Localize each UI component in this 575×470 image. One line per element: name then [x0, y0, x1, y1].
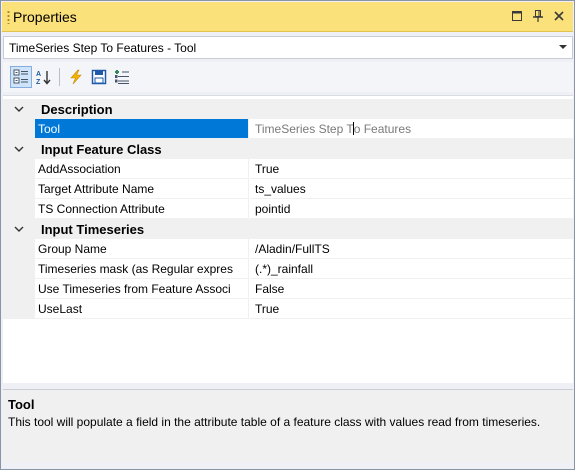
property-name: AddAssociation	[35, 159, 249, 179]
category-label: Description	[41, 102, 113, 117]
drag-grip-icon[interactable]	[7, 10, 10, 24]
property-name: Timeseries mask (as Regular expres	[35, 259, 249, 279]
help-title: Tool	[8, 397, 35, 412]
properties-window: Properties TimeSeries Step To Features -…	[0, 0, 575, 470]
save-button[interactable]	[88, 66, 110, 88]
property-row-addassociation[interactable]: AddAssociation True	[3, 159, 573, 179]
category-label: Input Timeseries	[41, 222, 145, 237]
category-input-feature-class[interactable]: Input Feature Class	[3, 139, 573, 159]
property-grid: Description Tool TimeSeries Step To Feat…	[3, 95, 573, 383]
property-value-input[interactable]: TimeSeries Step To Features	[250, 119, 573, 139]
chevron-down-icon[interactable]	[13, 143, 25, 155]
alphabetical-icon: A Z	[36, 71, 51, 85]
property-row-ts-connection-attribute[interactable]: TS Connection Attribute pointid	[3, 199, 573, 219]
property-row-timeseries-mask[interactable]: Timeseries mask (as Regular expres (.*)_…	[3, 259, 573, 279]
value-text-after-caret: o Features	[353, 122, 412, 136]
chevron-down-icon[interactable]	[13, 103, 25, 115]
category-label: Input Feature Class	[41, 142, 162, 157]
property-name: Tool	[35, 119, 249, 139]
property-value[interactable]: /Aladin/FullTS	[250, 239, 573, 259]
window-position-icon[interactable]	[511, 9, 523, 23]
categorized-button[interactable]	[10, 66, 32, 88]
value-text-before-caret: TimeSeries Step T	[255, 122, 354, 136]
property-value[interactable]: (.*)_rainfall	[250, 259, 573, 279]
category-input-timeseries[interactable]: Input Timeseries	[3, 219, 573, 239]
help-description: This tool will populate a field in the a…	[8, 415, 541, 429]
title-bar[interactable]: Properties	[2, 2, 573, 32]
close-icon[interactable]	[553, 9, 565, 23]
window-title: Properties	[13, 9, 77, 25]
properties-toolbar: A Z	[3, 62, 573, 92]
events-lightning-icon	[70, 69, 82, 85]
property-value[interactable]: False	[250, 279, 573, 299]
property-value[interactable]: True	[250, 299, 573, 319]
add-property-button[interactable]	[111, 66, 133, 88]
property-name: Target Attribute Name	[35, 179, 249, 199]
property-row-group-name[interactable]: Group Name /Aladin/FullTS	[3, 239, 573, 259]
property-name: UseLast	[35, 299, 249, 319]
help-pane: Tool This tool will populate a field in …	[3, 389, 573, 463]
alphabetical-button[interactable]: A Z	[33, 66, 55, 88]
chevron-down-icon[interactable]	[559, 45, 567, 49]
property-name: Use Timeseries from Feature Associ	[35, 279, 249, 299]
object-selector-dropdown[interactable]: TimeSeries Step To Features - Tool	[3, 36, 573, 59]
selected-object-label: TimeSeries Step To Features - Tool	[9, 41, 197, 55]
property-name: Group Name	[35, 239, 249, 259]
property-value[interactable]: True	[250, 159, 573, 179]
pin-icon[interactable]	[532, 9, 544, 23]
property-name: TS Connection Attribute	[35, 199, 249, 219]
add-property-icon	[115, 70, 129, 84]
categorized-icon	[13, 69, 28, 84]
events-button[interactable]	[65, 66, 87, 88]
svg-text:Z: Z	[36, 79, 41, 85]
property-value[interactable]: ts_values	[250, 179, 573, 199]
category-description[interactable]: Description	[3, 99, 573, 119]
property-row-tool[interactable]: Tool TimeSeries Step To Features	[3, 119, 573, 139]
chevron-down-icon[interactable]	[13, 223, 25, 235]
save-icon	[91, 69, 107, 85]
svg-text:A: A	[36, 71, 41, 78]
property-row-uselast[interactable]: UseLast True	[3, 299, 573, 319]
property-value[interactable]: pointid	[250, 199, 573, 219]
property-row-use-timeseries-from-feature[interactable]: Use Timeseries from Feature Associ False	[3, 279, 573, 299]
property-row-target-attribute-name[interactable]: Target Attribute Name ts_values	[3, 179, 573, 199]
